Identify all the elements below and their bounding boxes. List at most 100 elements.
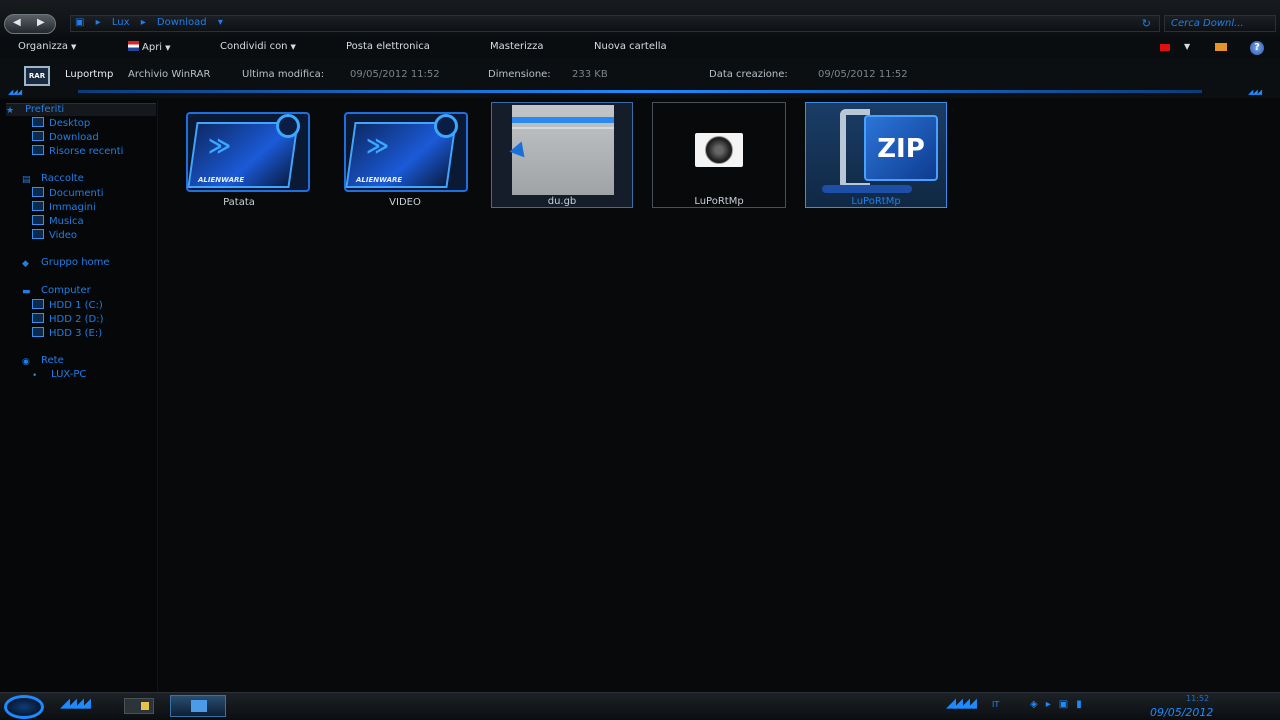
desktop-icon xyxy=(32,117,44,127)
star-icon: ★ xyxy=(6,106,15,116)
sidebar-libraries-label: Raccolte xyxy=(41,173,84,184)
share-button[interactable]: Condividi con ▼ xyxy=(220,41,296,52)
size-value: 233 KB xyxy=(572,69,608,80)
sidebar-item-label: HDD 1 (C:) xyxy=(49,300,103,311)
sidebar-item-label: Risorse recenti xyxy=(49,146,124,157)
language-indicator[interactable]: IT xyxy=(992,700,999,709)
file-item-du-gb[interactable]: du.gb xyxy=(491,102,633,208)
tray-network-icon[interactable]: ◈ xyxy=(1030,699,1046,710)
zip-archive-icon: ZIP xyxy=(814,105,942,195)
computer-icon: ▬ xyxy=(22,287,31,297)
file-label: LuPoRtMp xyxy=(694,196,744,207)
alienware-folder-icon: ≫ ALIENWARE xyxy=(344,104,472,192)
new-folder-button[interactable]: Nuova cartella xyxy=(594,41,667,52)
hard-drive-icon xyxy=(32,327,44,337)
music-icon xyxy=(32,215,44,225)
clock-date[interactable]: 09/05/2012 xyxy=(1150,706,1213,719)
file-view: ≫ ALIENWARE Patata ≫ ALIENWARE VIDEO du.… xyxy=(160,100,1278,692)
application-icon xyxy=(695,133,743,167)
sidebar-network[interactable]: ◉ Rete xyxy=(22,355,64,367)
tray-signal-icon[interactable]: ▮ xyxy=(1076,699,1090,710)
forward-arrow-icon[interactable]: ▶ xyxy=(37,17,45,28)
back-arrow-icon[interactable]: ◀ xyxy=(13,17,21,28)
decorative-divider xyxy=(78,90,1202,93)
open-button[interactable]: Apri ▼ xyxy=(128,41,170,53)
file-item-patata[interactable]: ≫ ALIENWARE Patata xyxy=(168,102,310,208)
network-icon: ◉ xyxy=(22,357,30,367)
sidebar-item-music[interactable]: Musica xyxy=(32,215,84,227)
command-toolbar: Organizza ▼ Apri ▼ Condividi con ▼ Posta el… xyxy=(0,38,1280,58)
recent-places-icon xyxy=(32,145,44,155)
chevron-down-icon[interactable]: ▼ xyxy=(1184,42,1190,51)
email-button[interactable]: Posta elettronica xyxy=(346,41,430,52)
file-item-luportmp-zip[interactable]: ZIP LuPoRtMp xyxy=(805,102,947,208)
burn-button[interactable]: Masterizza xyxy=(490,41,544,52)
refresh-icon[interactable]: ↻ xyxy=(1142,17,1151,30)
sidebar-homegroup[interactable]: ◆ Gruppo home xyxy=(22,257,110,269)
alienware-folder-icon: ≫ ALIENWARE xyxy=(186,104,314,192)
breadcrumb-dropdown-icon[interactable]: ▾ xyxy=(218,17,223,28)
sidebar-item-label: HDD 3 (E:) xyxy=(49,328,103,339)
sidebar-computer[interactable]: ▬ Computer xyxy=(22,285,91,297)
sidebar-item-hdd3[interactable]: HDD 3 (E:) xyxy=(32,327,102,339)
file-label: VIDEO xyxy=(389,197,421,208)
chevron-down-icon: ▼ xyxy=(165,44,171,52)
sidebar-favorites-label: Preferiti xyxy=(25,104,65,115)
view-options-icon[interactable] xyxy=(1160,44,1170,51)
breadcrumb-separator-icon: ▸ xyxy=(95,17,101,28)
sidebar-item-label: Download xyxy=(49,132,99,143)
file-item-video[interactable]: ≫ ALIENWARE VIDEO xyxy=(334,102,476,208)
clock-time[interactable]: 11:52 xyxy=(1186,694,1209,703)
download-folder-icon xyxy=(32,131,44,141)
modified-label: Ultima modifica: xyxy=(242,69,325,80)
file-label: Patata xyxy=(223,197,255,208)
sidebar-item-hdd1[interactable]: HDD 1 (C:) xyxy=(32,299,103,311)
selected-file-type: Archivio WinRAR xyxy=(128,69,211,80)
address-bar[interactable]: ▣ ▸ Lux ▸ Download ▾ ↻ xyxy=(70,15,1160,32)
tray-monitor-icon[interactable]: ▣ xyxy=(1059,699,1076,710)
images-icon xyxy=(32,201,44,211)
sidebar-item-label: Immagini xyxy=(49,202,96,213)
sidebar-homegroup-label: Gruppo home xyxy=(41,257,110,268)
system-tray[interactable]: ◈▸▣▮ xyxy=(1030,699,1090,710)
hard-drive-icon xyxy=(32,313,44,323)
sidebar-computer-label: Computer xyxy=(41,285,91,296)
modified-value: 09/05/2012 11:52 xyxy=(350,69,440,80)
sidebar-item-images[interactable]: Immagini xyxy=(32,201,96,213)
decorative-stripes-icon: ◢◢◢◢ xyxy=(60,696,91,711)
help-icon[interactable]: ? xyxy=(1250,41,1264,55)
breadcrumb-download[interactable]: Download xyxy=(157,17,207,28)
breadcrumb-lux[interactable]: Lux xyxy=(112,17,130,28)
back-forward-buttons[interactable]: ◀ ▶ xyxy=(4,14,56,34)
start-button[interactable] xyxy=(4,695,44,719)
file-item-luportmp-exe[interactable]: LuPoRtMp xyxy=(652,102,786,208)
search-input[interactable]: Cerca Downl... xyxy=(1164,15,1276,32)
breadcrumb-separator-icon: ▸ xyxy=(140,17,146,28)
chevron-down-icon: ▼ xyxy=(290,43,296,51)
taskbar-active-window[interactable] xyxy=(170,695,226,717)
sidebar-item-desktop[interactable]: Desktop xyxy=(32,117,90,129)
sidebar-item-documents[interactable]: Documenti xyxy=(32,187,104,199)
sidebar-item-label: Documenti xyxy=(49,188,104,199)
archive-file-icon: RAR xyxy=(24,66,50,86)
video-icon xyxy=(32,229,44,239)
title-bar: ◀ ▶ ▣ ▸ Lux ▸ Download ▾ ↻ Cerca Downl..… xyxy=(0,0,1280,38)
folder-brand: ALIENWARE xyxy=(198,176,245,184)
sidebar-item-download[interactable]: Download xyxy=(32,131,99,143)
share-label: Condividi con xyxy=(220,41,288,52)
tray-flag-icon[interactable]: ▸ xyxy=(1046,699,1059,710)
open-label: Apri xyxy=(142,42,163,53)
sidebar-item-recent[interactable]: Risorse recenti xyxy=(32,145,123,157)
sidebar-item-hdd2[interactable]: HDD 2 (D:) xyxy=(32,313,104,325)
decorative-stripes-icon: ◢◢◢◢ xyxy=(946,696,977,711)
navigation-pane: ★ Preferiti Desktop Download Risorse rece… xyxy=(0,100,158,692)
taskbar-explorer-pin[interactable] xyxy=(124,698,154,714)
sidebar-favorites[interactable]: ★ Preferiti xyxy=(6,103,156,116)
size-label: Dimensione: xyxy=(488,69,551,80)
library-icon: ▤ xyxy=(22,175,31,185)
preview-pane-icon[interactable] xyxy=(1215,43,1227,51)
sidebar-libraries[interactable]: ▤ Raccolte xyxy=(22,173,84,185)
sidebar-item-lux-pc[interactable]: • LUX-PC xyxy=(32,369,86,381)
sidebar-item-video[interactable]: Video xyxy=(32,229,77,241)
organize-button[interactable]: Organizza ▼ xyxy=(18,41,76,52)
